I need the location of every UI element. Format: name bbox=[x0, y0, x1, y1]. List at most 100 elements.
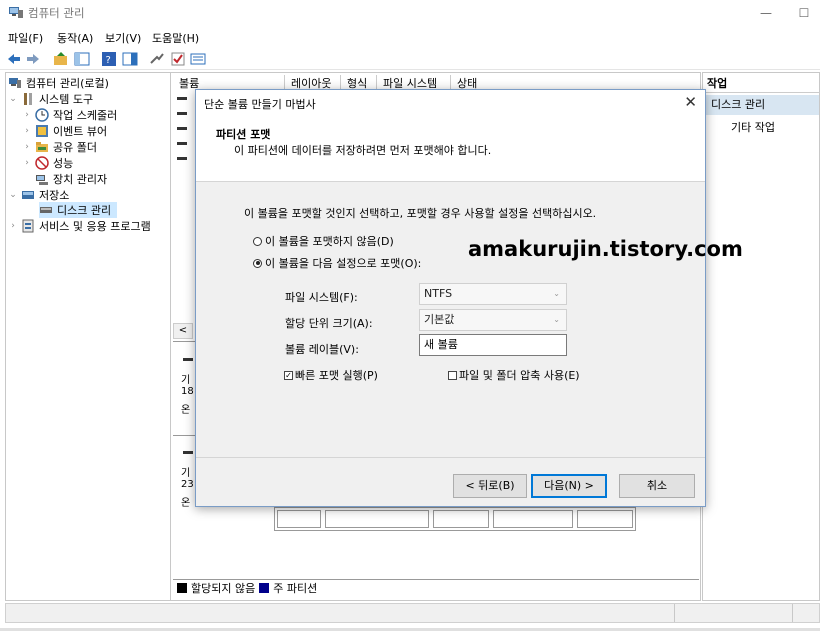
menu-file[interactable]: 파일(F) bbox=[8, 30, 43, 46]
computer-management-icon bbox=[9, 7, 23, 18]
forward-arrow-icon[interactable] bbox=[25, 51, 41, 67]
action-disk-management[interactable]: 디스크 관리 bbox=[705, 95, 819, 115]
instruction-text: 이 볼륨을 포맷할 것인지 선택하고, 포맷할 경우 사용할 설정을 선택하십시… bbox=[244, 207, 597, 220]
allocation-unit-select[interactable]: 기본값 ⌄ bbox=[419, 309, 567, 331]
radio-format[interactable]: 이 볼륨을 다음 설정으로 포맷(O): bbox=[253, 255, 421, 271]
tree-item-services[interactable]: › 서비스 및 응용 프로그램 bbox=[8, 218, 151, 234]
chevron-right-icon[interactable]: › bbox=[8, 221, 18, 231]
chevron-right-icon[interactable]: › bbox=[22, 110, 32, 120]
tree-item-event-viewer[interactable]: › 이벤트 뷰어 bbox=[22, 123, 107, 139]
tools-icon bbox=[24, 93, 32, 105]
disk-icon bbox=[183, 358, 193, 361]
close-icon[interactable]: ✕ bbox=[684, 93, 697, 111]
action-more[interactable]: 기타 작업 bbox=[731, 119, 775, 135]
help-icon[interactable]: ? bbox=[101, 51, 117, 67]
console-tree: 컴퓨터 관리(로컬) ⌄ 시스템 도구 › 작업 스케줄러 › 이벤트 뷰어 ›… bbox=[5, 72, 171, 601]
title-bar: 컴퓨터 관리 — ☐ bbox=[0, 0, 820, 26]
dialog-divider bbox=[196, 457, 705, 458]
primary-partition-swatch bbox=[259, 583, 270, 593]
tree-item-task-scheduler[interactable]: › 작업 스케줄러 bbox=[22, 107, 117, 123]
unallocated-swatch bbox=[177, 583, 187, 593]
tree-item-system-tools[interactable]: ⌄ 시스템 도구 bbox=[8, 91, 93, 107]
tree-item-performance[interactable]: › 성능 bbox=[22, 155, 73, 171]
menu-view[interactable]: 보기(V) bbox=[105, 30, 141, 46]
disk-size: 23 bbox=[181, 479, 194, 490]
actions-header: 작업 bbox=[703, 75, 820, 93]
chevron-down-icon[interactable]: ⌄ bbox=[8, 94, 18, 104]
performance-icon bbox=[35, 156, 49, 170]
device-manager-icon bbox=[36, 175, 48, 185]
compress-checkbox[interactable]: 파일 및 폴더 압축 사용(E) bbox=[448, 367, 580, 383]
status-divider bbox=[674, 604, 675, 622]
status-divider bbox=[792, 604, 793, 622]
disk-label: 기 bbox=[181, 468, 191, 479]
actions-pane: 작업 디스크 관리 기타 작업 bbox=[702, 72, 820, 601]
dialog-header: 파티션 포맷 이 파티션에 데이터를 저장하려면 먼저 포맷해야 합니다. bbox=[196, 116, 705, 182]
scroll-left-button[interactable]: < bbox=[173, 323, 193, 339]
radio-button-selected[interactable] bbox=[253, 258, 262, 268]
menu-help[interactable]: 도움말(H) bbox=[152, 30, 199, 46]
chevron-right-icon[interactable]: › bbox=[22, 126, 32, 136]
list-view-icon[interactable] bbox=[190, 51, 206, 67]
event-viewer-icon bbox=[36, 125, 48, 137]
dialog-title-bar: 단순 볼륨 만들기 마법사 ✕ bbox=[196, 90, 705, 116]
chevron-down-icon[interactable]: ⌄ bbox=[8, 190, 18, 200]
back-arrow-icon[interactable] bbox=[6, 51, 22, 67]
shared-folder-icon bbox=[36, 142, 48, 152]
radio-no-format[interactable]: 이 볼륨을 포맷하지 않음(D) bbox=[253, 233, 394, 249]
back-button[interactable]: < 뒤로(B) bbox=[453, 474, 527, 498]
partition-block[interactable] bbox=[577, 510, 633, 528]
radio-button[interactable] bbox=[253, 236, 262, 246]
tree-item-disk-management[interactable]: 디스크 관리 bbox=[39, 202, 118, 218]
checkbox-checked[interactable]: ✓ bbox=[284, 370, 293, 380]
file-system-select[interactable]: NTFS ⌄ bbox=[419, 283, 567, 305]
partition-block[interactable] bbox=[493, 510, 573, 528]
checklist-icon[interactable] bbox=[170, 51, 186, 67]
partition-block[interactable] bbox=[433, 510, 489, 528]
legend: 할당되지 않음 주 파티션 bbox=[177, 580, 317, 596]
status-bar bbox=[5, 603, 820, 623]
volume-row-marker bbox=[177, 127, 187, 130]
allocation-unit-label: 할당 단위 크기(A): bbox=[285, 317, 373, 330]
disk-label: 기 bbox=[181, 375, 191, 386]
up-folder-icon[interactable] bbox=[53, 51, 69, 67]
volume-row-marker bbox=[177, 157, 187, 160]
quick-format-checkbox[interactable]: ✓ 빠른 포맷 실행(P) bbox=[284, 367, 378, 383]
page-title: 파티션 포맷 bbox=[216, 128, 271, 141]
disk-icon bbox=[183, 451, 193, 454]
partition-block[interactable] bbox=[325, 510, 429, 528]
show-hide-tree-icon[interactable] bbox=[74, 51, 90, 67]
partition-block[interactable] bbox=[277, 510, 321, 528]
chevron-down-icon: ⌄ bbox=[553, 315, 560, 324]
maximize-button[interactable]: ☐ bbox=[790, 3, 818, 23]
page-description: 이 파티션에 데이터를 저장하려면 먼저 포맷해야 합니다. bbox=[234, 144, 492, 157]
next-button[interactable]: 다음(N) > bbox=[531, 474, 607, 498]
legend-unallocated: 할당되지 않음 bbox=[191, 582, 256, 595]
volume-row-marker bbox=[177, 112, 187, 115]
chevron-right-icon[interactable]: › bbox=[22, 158, 32, 168]
minimize-button[interactable]: — bbox=[752, 3, 780, 23]
disk-status: 온 bbox=[181, 498, 191, 509]
watermark-text: amakurujin.tistory.com bbox=[468, 237, 743, 261]
window-title: 컴퓨터 관리 bbox=[28, 6, 85, 20]
disk-management-icon bbox=[40, 207, 52, 213]
services-icon bbox=[22, 219, 34, 233]
clock-icon bbox=[35, 108, 49, 122]
chevron-down-icon: ⌄ bbox=[553, 289, 560, 298]
file-system-label: 파일 시스템(F): bbox=[285, 291, 358, 304]
tree-item-shared-folders[interactable]: › 공유 폴더 bbox=[22, 139, 97, 155]
properties-pane-icon[interactable] bbox=[122, 51, 138, 67]
toolbar: ? bbox=[0, 48, 820, 70]
tree-item-device-manager[interactable]: 장치 관리자 bbox=[35, 171, 107, 187]
tree-item-storage[interactable]: ⌄ 저장소 bbox=[8, 187, 69, 203]
checkbox-unchecked[interactable] bbox=[448, 370, 457, 380]
tree-item-root[interactable]: 컴퓨터 관리(로컬) bbox=[8, 75, 109, 91]
partition-strip[interactable] bbox=[274, 507, 636, 531]
storage-icon bbox=[22, 191, 34, 199]
volume-label-input[interactable]: 새 볼륨 bbox=[419, 334, 567, 356]
cancel-button[interactable]: 취소 bbox=[619, 474, 695, 498]
connect-icon[interactable] bbox=[149, 51, 165, 67]
computer-management-icon bbox=[9, 78, 21, 88]
menu-action[interactable]: 동작(A) bbox=[57, 30, 93, 46]
chevron-right-icon[interactable]: › bbox=[22, 142, 32, 152]
